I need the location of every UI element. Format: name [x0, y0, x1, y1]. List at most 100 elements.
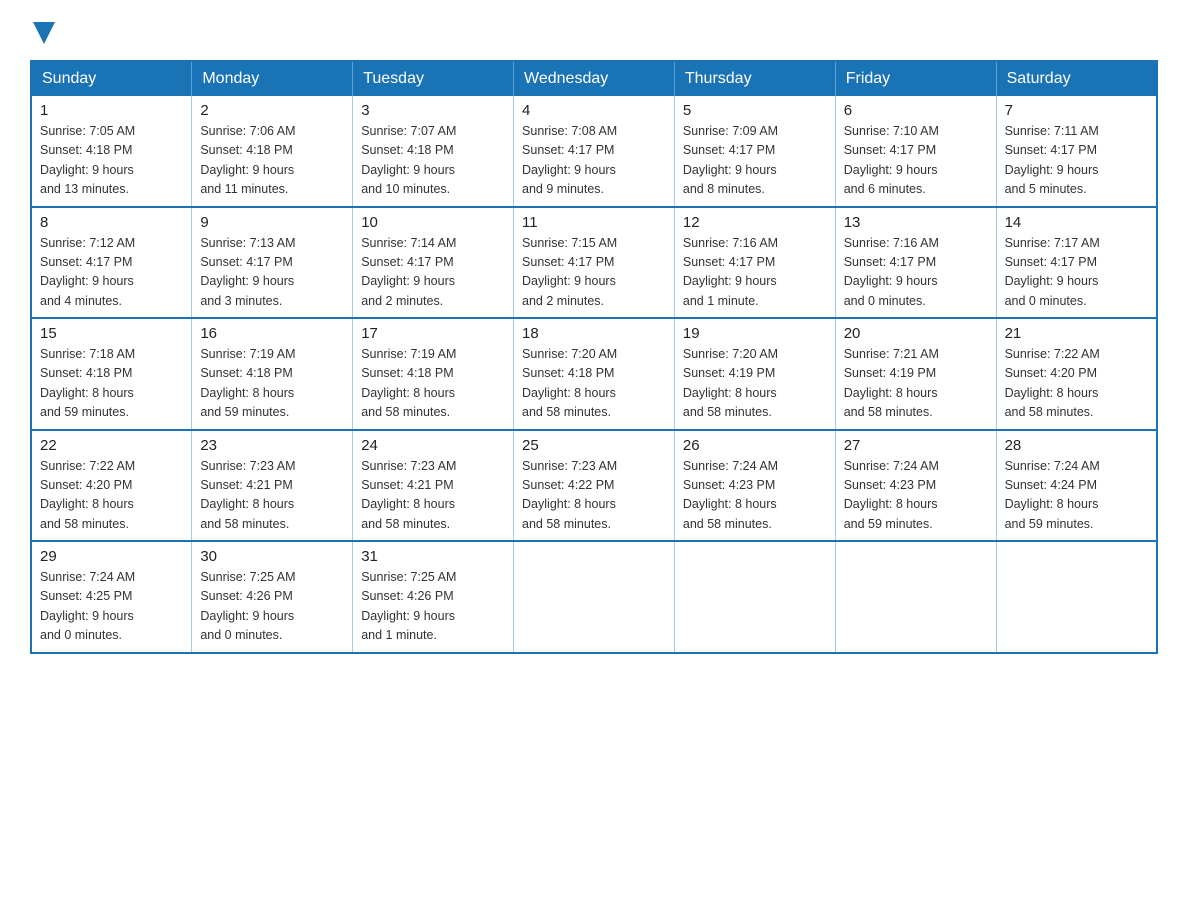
week-row-3: 15 Sunrise: 7:18 AMSunset: 4:18 PMDayligh… — [31, 318, 1157, 430]
day-number: 16 — [200, 325, 344, 342]
day-number: 19 — [683, 325, 827, 342]
calendar-cell: 23 Sunrise: 7:23 AMSunset: 4:21 PMDayligh… — [192, 430, 353, 542]
calendar-cell — [835, 541, 996, 653]
day-info: Sunrise: 7:24 AMSunset: 4:23 PMDaylight:… — [844, 457, 988, 535]
day-info: Sunrise: 7:12 AMSunset: 4:17 PMDaylight:… — [40, 234, 183, 312]
day-info: Sunrise: 7:19 AMSunset: 4:18 PMDaylight:… — [200, 345, 344, 423]
week-row-4: 22 Sunrise: 7:22 AMSunset: 4:20 PMDayligh… — [31, 430, 1157, 542]
calendar-table: SundayMondayTuesdayWednesdayThursdayFrid… — [30, 60, 1158, 654]
day-info: Sunrise: 7:07 AMSunset: 4:18 PMDaylight:… — [361, 122, 505, 200]
day-number: 20 — [844, 325, 988, 342]
day-info: Sunrise: 7:16 AMSunset: 4:17 PMDaylight:… — [844, 234, 988, 312]
day-info: Sunrise: 7:24 AMSunset: 4:23 PMDaylight:… — [683, 457, 827, 535]
calendar-cell: 17 Sunrise: 7:19 AMSunset: 4:18 PMDayligh… — [353, 318, 514, 430]
day-info: Sunrise: 7:05 AMSunset: 4:18 PMDaylight:… — [40, 122, 183, 200]
calendar-cell: 7 Sunrise: 7:11 AMSunset: 4:17 PMDaylight… — [996, 96, 1157, 207]
calendar-cell: 25 Sunrise: 7:23 AMSunset: 4:22 PMDayligh… — [514, 430, 675, 542]
week-row-1: 1 Sunrise: 7:05 AMSunset: 4:18 PMDaylight… — [31, 96, 1157, 207]
header-tuesday: Tuesday — [353, 61, 514, 96]
calendar-cell: 29 Sunrise: 7:24 AMSunset: 4:25 PMDayligh… — [31, 541, 192, 653]
calendar-cell: 6Sunrise: 7:10 AMSunset: 4:17 PMDaylight… — [835, 96, 996, 207]
day-number: 28 — [1005, 437, 1148, 454]
calendar-cell: 11 Sunrise: 7:15 AMSunset: 4:17 PMDayligh… — [514, 207, 675, 319]
calendar-cell: 12 Sunrise: 7:16 AMSunset: 4:17 PMDayligh… — [674, 207, 835, 319]
day-info: Sunrise: 7:10 AMSunset: 4:17 PMDaylight:… — [844, 122, 988, 200]
day-info: Sunrise: 7:20 AMSunset: 4:18 PMDaylight:… — [522, 345, 666, 423]
day-number: 24 — [361, 437, 505, 454]
day-number: 29 — [40, 548, 183, 565]
day-info: Sunrise: 7:11 AMSunset: 4:17 PMDaylight:… — [1005, 122, 1148, 200]
day-info: Sunrise: 7:20 AMSunset: 4:19 PMDaylight:… — [683, 345, 827, 423]
day-info: Sunrise: 7:13 AMSunset: 4:17 PMDaylight:… — [200, 234, 344, 312]
calendar-cell — [514, 541, 675, 653]
header-monday: Monday — [192, 61, 353, 96]
calendar-cell: 18 Sunrise: 7:20 AMSunset: 4:18 PMDayligh… — [514, 318, 675, 430]
day-info: Sunrise: 7:23 AMSunset: 4:21 PMDaylight:… — [361, 457, 505, 535]
day-number: 12 — [683, 214, 827, 231]
day-number: 5 — [683, 102, 827, 119]
calendar-cell: 26Sunrise: 7:24 AMSunset: 4:23 PMDayligh… — [674, 430, 835, 542]
calendar-cell: 2Sunrise: 7:06 AMSunset: 4:18 PMDaylight… — [192, 96, 353, 207]
week-row-5: 29 Sunrise: 7:24 AMSunset: 4:25 PMDayligh… — [31, 541, 1157, 653]
day-number: 7 — [1005, 102, 1148, 119]
calendar-cell: 14Sunrise: 7:17 AMSunset: 4:17 PMDayligh… — [996, 207, 1157, 319]
calendar-cell: 28 Sunrise: 7:24 AMSunset: 4:24 PMDayligh… — [996, 430, 1157, 542]
day-info: Sunrise: 7:15 AMSunset: 4:17 PMDaylight:… — [522, 234, 666, 312]
day-number: 21 — [1005, 325, 1148, 342]
day-info: Sunrise: 7:18 AMSunset: 4:18 PMDaylight:… — [40, 345, 183, 423]
day-number: 22 — [40, 437, 183, 454]
calendar-cell: 9Sunrise: 7:13 AMSunset: 4:17 PMDaylight… — [192, 207, 353, 319]
day-number: 23 — [200, 437, 344, 454]
day-number: 27 — [844, 437, 988, 454]
day-number: 11 — [522, 214, 666, 231]
day-info: Sunrise: 7:24 AMSunset: 4:24 PMDaylight:… — [1005, 457, 1148, 535]
day-info: Sunrise: 7:23 AMSunset: 4:22 PMDaylight:… — [522, 457, 666, 535]
day-info: Sunrise: 7:06 AMSunset: 4:18 PMDaylight:… — [200, 122, 344, 200]
header-thursday: Thursday — [674, 61, 835, 96]
day-number: 25 — [522, 437, 666, 454]
day-number: 4 — [522, 102, 666, 119]
day-number: 17 — [361, 325, 505, 342]
calendar-cell: 16 Sunrise: 7:19 AMSunset: 4:18 PMDayligh… — [192, 318, 353, 430]
calendar-cell: 24 Sunrise: 7:23 AMSunset: 4:21 PMDayligh… — [353, 430, 514, 542]
logo — [30, 20, 55, 40]
day-number: 18 — [522, 325, 666, 342]
calendar-cell: 30Sunrise: 7:25 AMSunset: 4:26 PMDayligh… — [192, 541, 353, 653]
calendar-cell: 3 Sunrise: 7:07 AMSunset: 4:18 PMDaylight… — [353, 96, 514, 207]
day-number: 15 — [40, 325, 183, 342]
header-sunday: Sunday — [31, 61, 192, 96]
calendar-cell: 15 Sunrise: 7:18 AMSunset: 4:18 PMDayligh… — [31, 318, 192, 430]
day-info: Sunrise: 7:25 AMSunset: 4:26 PMDaylight:… — [361, 568, 505, 646]
logo-arrow-icon — [33, 22, 55, 44]
day-info: Sunrise: 7:08 AMSunset: 4:17 PMDaylight:… — [522, 122, 666, 200]
day-info: Sunrise: 7:16 AMSunset: 4:17 PMDaylight:… — [683, 234, 827, 312]
calendar-cell: 22 Sunrise: 7:22 AMSunset: 4:20 PMDayligh… — [31, 430, 192, 542]
day-info: Sunrise: 7:17 AMSunset: 4:17 PMDaylight:… — [1005, 234, 1148, 312]
calendar-header-row: SundayMondayTuesdayWednesdayThursdayFrid… — [31, 61, 1157, 96]
day-info: Sunrise: 7:24 AMSunset: 4:25 PMDaylight:… — [40, 568, 183, 646]
page-header — [30, 20, 1158, 40]
day-info: Sunrise: 7:14 AMSunset: 4:17 PMDaylight:… — [361, 234, 505, 312]
week-row-2: 8Sunrise: 7:12 AMSunset: 4:17 PMDaylight… — [31, 207, 1157, 319]
calendar-cell: 1 Sunrise: 7:05 AMSunset: 4:18 PMDaylight… — [31, 96, 192, 207]
calendar-cell: 20 Sunrise: 7:21 AMSunset: 4:19 PMDayligh… — [835, 318, 996, 430]
calendar-cell: 10 Sunrise: 7:14 AMSunset: 4:17 PMDayligh… — [353, 207, 514, 319]
day-info: Sunrise: 7:23 AMSunset: 4:21 PMDaylight:… — [200, 457, 344, 535]
calendar-cell: 5Sunrise: 7:09 AMSunset: 4:17 PMDaylight… — [674, 96, 835, 207]
calendar-cell — [674, 541, 835, 653]
header-saturday: Saturday — [996, 61, 1157, 96]
day-info: Sunrise: 7:21 AMSunset: 4:19 PMDaylight:… — [844, 345, 988, 423]
day-number: 1 — [40, 102, 183, 119]
day-number: 3 — [361, 102, 505, 119]
calendar-cell: 21 Sunrise: 7:22 AMSunset: 4:20 PMDayligh… — [996, 318, 1157, 430]
calendar-cell: 8Sunrise: 7:12 AMSunset: 4:17 PMDaylight… — [31, 207, 192, 319]
day-info: Sunrise: 7:19 AMSunset: 4:18 PMDaylight:… — [361, 345, 505, 423]
calendar-cell — [996, 541, 1157, 653]
header-friday: Friday — [835, 61, 996, 96]
day-info: Sunrise: 7:22 AMSunset: 4:20 PMDaylight:… — [40, 457, 183, 535]
calendar-cell: 13Sunrise: 7:16 AMSunset: 4:17 PMDayligh… — [835, 207, 996, 319]
header-wednesday: Wednesday — [514, 61, 675, 96]
day-number: 31 — [361, 548, 505, 565]
day-info: Sunrise: 7:22 AMSunset: 4:20 PMDaylight:… — [1005, 345, 1148, 423]
day-number: 10 — [361, 214, 505, 231]
